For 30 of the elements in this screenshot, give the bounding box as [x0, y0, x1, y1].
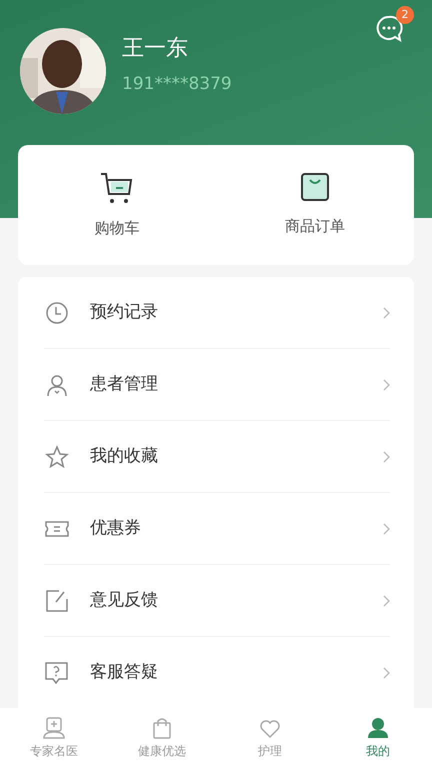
chat-icon [374, 14, 404, 44]
person-icon [367, 716, 389, 738]
edit-icon [45, 588, 69, 612]
ticket-icon [45, 518, 69, 538]
bag-icon [299, 171, 331, 203]
user-name: 王一东 [122, 36, 189, 62]
messages-button[interactable] [374, 14, 404, 44]
phone-number: 191****8379 [122, 73, 232, 96]
chevron-icon [383, 378, 390, 390]
menu-item[interactable]: 预约记录 [44, 277, 390, 349]
help-icon [45, 661, 69, 685]
chevron-icon [383, 306, 390, 318]
tab[interactable]: 我的 [324, 708, 432, 768]
star-icon [45, 444, 69, 468]
chevron-icon [383, 522, 390, 534]
clock-icon [45, 300, 69, 324]
person-icon [45, 372, 69, 396]
bag-icon [151, 716, 173, 738]
chevron-icon [383, 594, 390, 606]
menu-item[interactable]: 意见反馈 [44, 565, 390, 637]
shortcut-button[interactable]: 购物车 [18, 145, 216, 265]
chevron-icon [383, 667, 390, 679]
menu-item[interactable]: 客服答疑 [44, 637, 390, 709]
chevron-icon [383, 450, 390, 462]
shortcut-button[interactable]: 商品订单 [216, 145, 414, 265]
cart-icon [99, 171, 135, 205]
menu-item[interactable]: 优惠券 [44, 493, 390, 565]
menu-item[interactable]: 患者管理 [44, 349, 390, 421]
doctor-icon [43, 716, 65, 738]
menu-item[interactable]: 我的收藏 [44, 421, 390, 493]
